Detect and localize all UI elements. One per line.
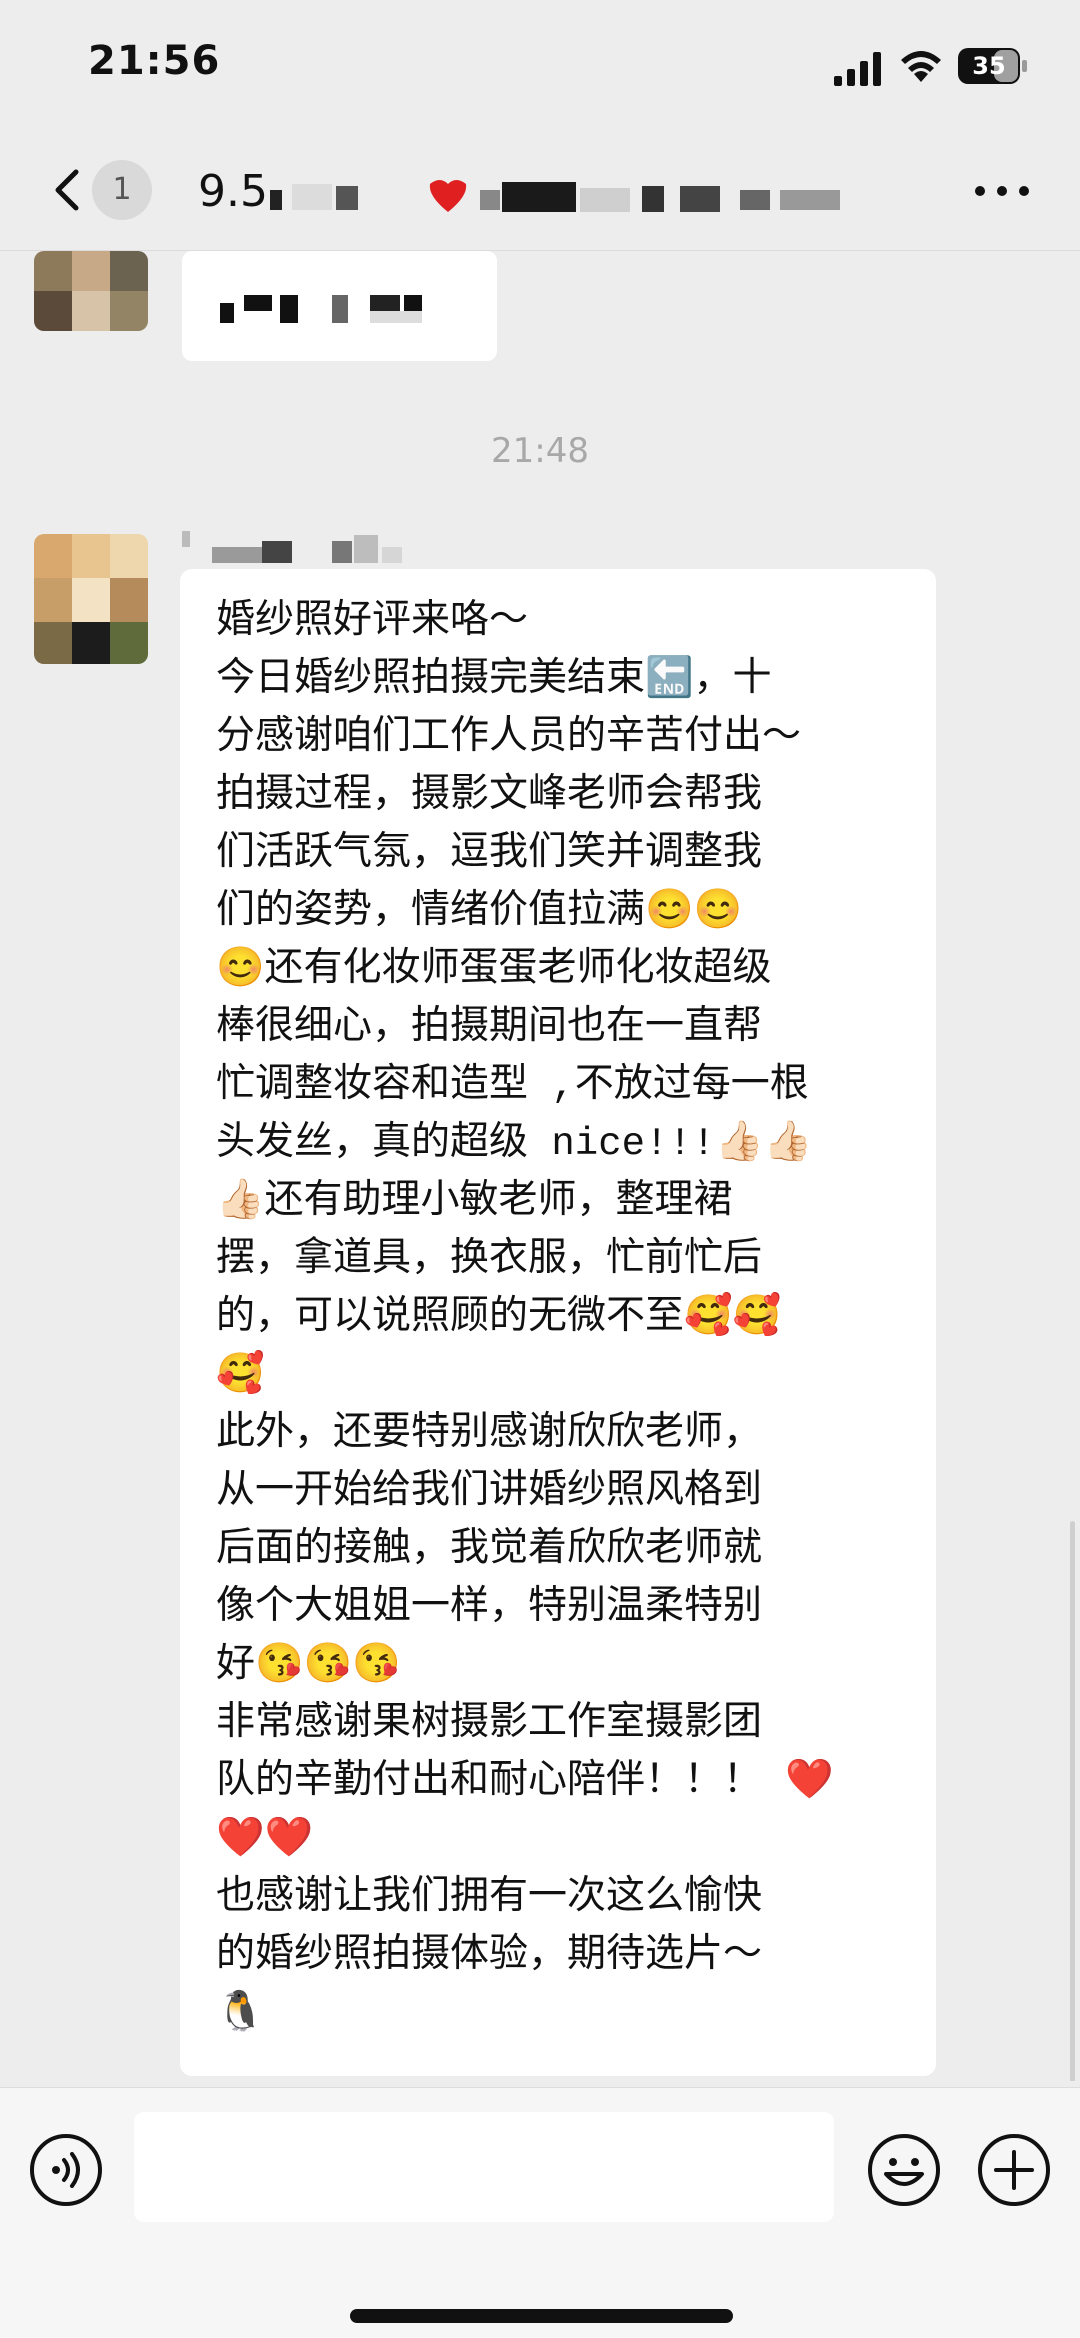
message-line: 分感谢咱们工作人员的辛苦付出～ bbox=[216, 716, 802, 760]
message-line: 摆，拿道具，换衣服，忙前忙后 bbox=[216, 1238, 763, 1282]
message-line: 头发丝，真的超级 nice!!!👍🏻👍🏻 bbox=[216, 1122, 813, 1166]
redacted-title-mosaic bbox=[270, 180, 840, 212]
signal-icon bbox=[834, 52, 881, 86]
unread-badge: 1 bbox=[92, 160, 152, 220]
chat-header: 1 9.5 bbox=[0, 130, 1080, 251]
message-line: 此外，还要特别感谢欣欣老师， bbox=[216, 1412, 763, 1456]
message-line: ❤️❤️ bbox=[216, 1818, 314, 1862]
message-line: 非常感谢果树摄影工作室摄影团 bbox=[216, 1702, 763, 1746]
avatar[interactable] bbox=[34, 534, 148, 664]
message-line: 队的辛勤付出和耐心陪伴！！！ ❤️ bbox=[216, 1760, 834, 1804]
chat-area[interactable]: 21:48 婚纱照好评来咯～ 今日婚纱照拍摄完美结束🔚，十 分感谢咱们工作人员的辛苦… bbox=[0, 251, 1080, 2081]
battery-level: 35 bbox=[972, 52, 1006, 80]
message-line: 像个大姐姐一样，特别温柔特别 bbox=[216, 1586, 763, 1630]
message-line: 拍摄过程，摄影文峰老师会帮我 bbox=[216, 774, 763, 818]
message-line: 们活跃气氛，逗我们笑并调整我 bbox=[216, 832, 763, 876]
emoji-icon[interactable] bbox=[866, 2132, 942, 2208]
chat-title: 9.5 bbox=[198, 166, 268, 217]
message-line: 🐧 bbox=[216, 1992, 265, 2036]
input-bar bbox=[0, 2087, 1080, 2338]
message-line: 忙调整妆容和造型 ,不放过每一根 bbox=[216, 1064, 809, 1108]
wifi-icon bbox=[901, 51, 941, 82]
avatar[interactable] bbox=[34, 251, 148, 331]
status-bar: 21:56 35 bbox=[0, 0, 1080, 130]
back-arrow-icon[interactable] bbox=[40, 160, 100, 220]
add-icon[interactable] bbox=[976, 2132, 1052, 2208]
message-line: 今日婚纱照拍摄完美结束🔚，十 bbox=[216, 658, 772, 702]
message-line: 们的姿势，情绪价值拉满😊😊 bbox=[216, 890, 743, 934]
message-line: 也感谢让我们拥有一次这么愉快 bbox=[216, 1876, 763, 1920]
message-input[interactable] bbox=[134, 2112, 834, 2222]
message-line: 棒很细心，拍摄期间也在一直帮 bbox=[216, 1006, 763, 1050]
redacted-sender-name bbox=[182, 531, 402, 563]
message-line: 从一开始给我们讲婚纱照风格到 bbox=[216, 1470, 763, 1514]
message-bubble[interactable]: 婚纱照好评来咯～ 今日婚纱照拍摄完美结束🔚，十 分感谢咱们工作人员的辛苦付出～ 拍摄过… bbox=[180, 569, 936, 2076]
message-line: 😊还有化妆师蛋蛋老师化妆超级 bbox=[216, 948, 772, 992]
scroll-indicator[interactable] bbox=[1070, 1521, 1075, 2081]
message-line: 好😘😘😘 bbox=[216, 1644, 401, 1688]
message-line: 的婚纱照拍摄体验，期待选片～ bbox=[216, 1934, 763, 1978]
redacted-message-mosaic bbox=[220, 295, 422, 323]
message-line: 婚纱照好评来咯～ bbox=[216, 600, 529, 644]
message-line: 后面的接触，我觉着欣欣老师就 bbox=[216, 1528, 763, 1572]
message-line: 的，可以说照顾的无微不至🥰🥰 bbox=[216, 1296, 782, 1340]
message-line: 👍🏻还有助理小敏老师，整理裙 bbox=[216, 1180, 733, 1224]
message-timestamp: 21:48 bbox=[491, 431, 589, 471]
message-text: 婚纱照好评来咯～ 今日婚纱照拍摄完美结束🔚，十 分感谢咱们工作人员的辛苦付出～ 拍摄过… bbox=[216, 593, 916, 2043]
voice-icon[interactable] bbox=[28, 2132, 104, 2208]
message-line: 🥰 bbox=[216, 1354, 265, 1398]
home-indicator bbox=[350, 2309, 733, 2323]
more-dots-icon[interactable] bbox=[972, 176, 1032, 206]
status-time: 21:56 bbox=[88, 38, 221, 84]
